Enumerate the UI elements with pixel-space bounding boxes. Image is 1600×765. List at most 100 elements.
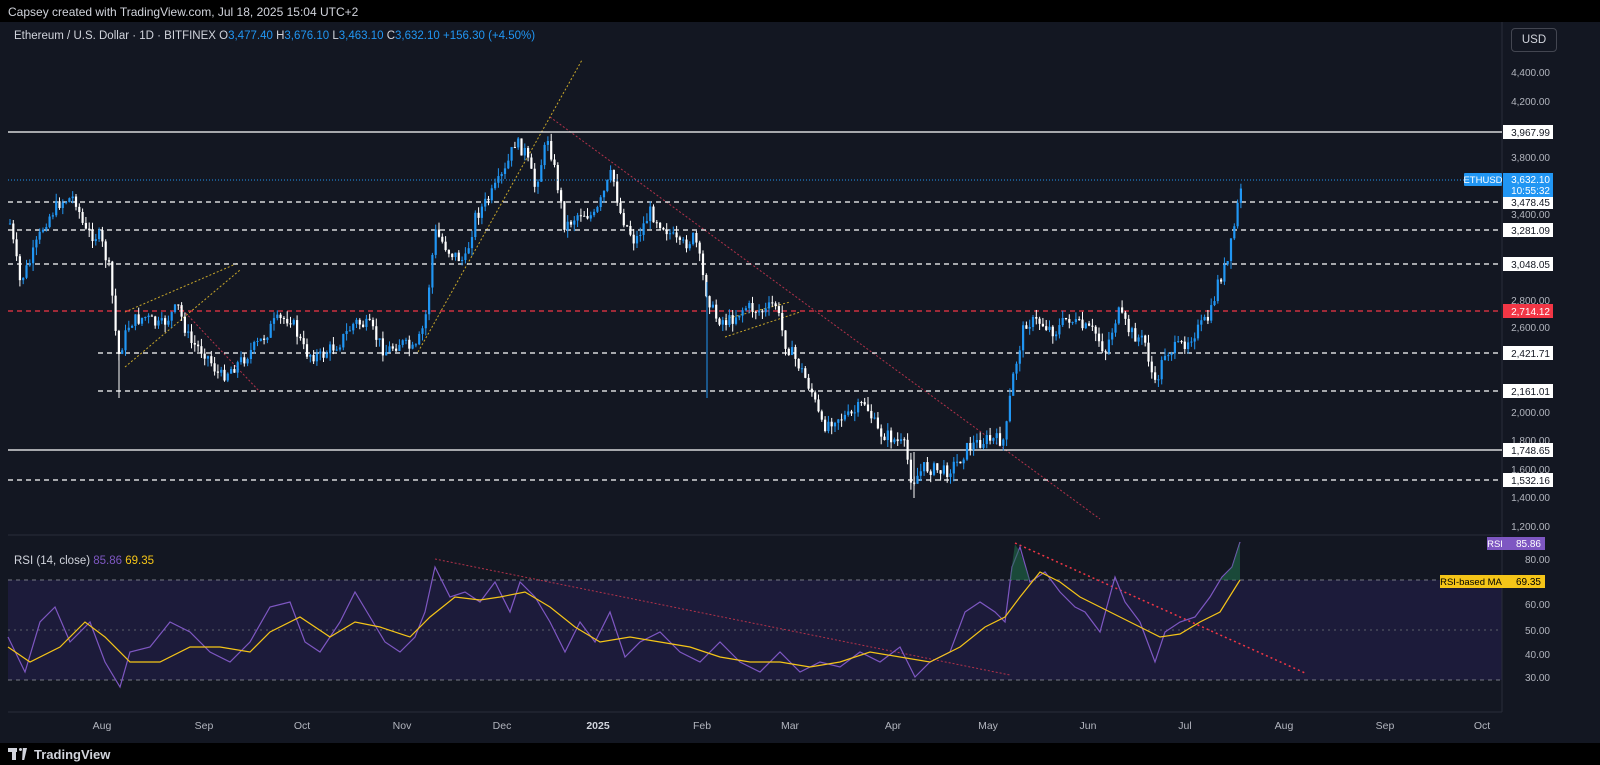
candle-body	[949, 473, 952, 478]
candle-body	[883, 436, 886, 441]
candle-body	[1005, 421, 1008, 440]
candle-body	[810, 388, 813, 393]
time-axis-label: Feb	[693, 720, 711, 732]
candle-body	[1239, 188, 1242, 203]
candle-body	[154, 316, 157, 326]
candle-body	[223, 369, 226, 381]
candle-body	[873, 417, 876, 419]
candle-body	[1107, 339, 1110, 353]
candle-body	[467, 248, 470, 254]
candle-body	[269, 323, 272, 338]
candle-body	[857, 402, 860, 413]
candle-body	[474, 212, 477, 238]
candle-body	[74, 196, 78, 207]
footer-brand: TradingView	[34, 746, 111, 762]
candle-body	[375, 326, 378, 340]
candle-body	[8, 223, 12, 225]
candle-body	[1101, 341, 1104, 352]
candle-body	[510, 147, 513, 161]
candle-body	[748, 303, 751, 309]
candle-body	[688, 244, 691, 249]
candle-body	[408, 339, 411, 349]
candle-body	[470, 237, 474, 249]
candle-body	[352, 323, 355, 331]
candle-body	[1015, 363, 1018, 374]
time-axis-label: Jun	[1080, 720, 1097, 732]
candle-body	[167, 320, 170, 325]
candle-body	[1134, 328, 1137, 342]
candle-body	[553, 159, 556, 165]
candle-body	[962, 459, 965, 464]
candle-body	[1157, 379, 1160, 381]
candle-body	[259, 338, 262, 342]
candle-body	[1051, 326, 1054, 337]
candle-body	[906, 439, 909, 460]
candle-body	[381, 338, 384, 356]
candle-body	[137, 314, 140, 324]
candle-body	[530, 157, 533, 169]
candle-body	[866, 404, 870, 411]
candle-body	[860, 402, 863, 404]
candle-body	[1210, 305, 1213, 321]
candle-body	[583, 215, 586, 217]
candle-body	[1127, 318, 1130, 333]
candle-body	[738, 315, 741, 318]
candle-body	[853, 412, 856, 414]
candle-body	[239, 357, 243, 363]
candle-body	[1193, 338, 1196, 342]
candle-body	[144, 317, 147, 319]
candle-body	[101, 230, 104, 242]
candle-body	[850, 411, 853, 414]
candle-body	[886, 430, 889, 441]
candle-body	[1167, 355, 1170, 357]
candle-body	[114, 295, 117, 331]
candle-body	[741, 310, 744, 316]
candle-body	[210, 356, 213, 364]
candle-body	[263, 338, 266, 340]
candle-body	[1130, 328, 1134, 333]
candle-body	[992, 438, 995, 441]
candle-body	[1183, 341, 1186, 349]
price-level-tag: 3,048.05	[1511, 260, 1550, 271]
time-axis-label: Nov	[393, 720, 412, 732]
candle-body	[253, 341, 256, 350]
candle-body	[1081, 319, 1084, 329]
candle-body	[480, 206, 483, 218]
candle-body	[781, 313, 784, 331]
candle-body	[1018, 350, 1021, 364]
candle-body	[309, 354, 312, 357]
candle-body	[1008, 395, 1011, 422]
candle-body	[560, 190, 563, 202]
tradingview-logo[interactable]: TradingView	[8, 747, 110, 762]
candle-body	[1124, 312, 1127, 319]
candle-body	[932, 463, 936, 475]
high-value: 3,676.10	[284, 30, 330, 42]
candle-body	[784, 330, 787, 349]
rsi-name-tag: RSI	[1487, 539, 1503, 550]
candle-body	[233, 369, 236, 373]
last-price-value: 3,632.10	[1511, 175, 1550, 186]
candle-body	[576, 215, 579, 221]
currency-button[interactable]: USD	[1511, 28, 1557, 52]
candle-body	[170, 312, 173, 321]
candle-body	[632, 234, 635, 244]
candle-body	[322, 351, 325, 358]
candle-body	[774, 303, 777, 307]
candle-body	[266, 337, 269, 340]
chart-area[interactable]: 4,400.004,200.003,800.003,400.003,200.00…	[0, 22, 1600, 743]
time-axis-label: May	[978, 720, 999, 732]
candle-body	[325, 353, 328, 358]
candle-body	[685, 239, 688, 249]
price-axis-tick: 4,400.00	[1511, 68, 1550, 79]
time-axis-label: Mar	[781, 720, 800, 732]
candle-body	[428, 287, 431, 315]
candle-body	[566, 221, 569, 230]
candle-body	[659, 222, 662, 228]
price-chart-svg[interactable]: 4,400.004,200.003,800.003,400.003,200.00…	[0, 22, 1600, 743]
candle-body	[840, 419, 843, 421]
candle-body	[635, 235, 639, 244]
candle-body	[48, 216, 51, 228]
candle-body	[1140, 335, 1143, 338]
candle-body	[1064, 317, 1068, 320]
candle-body	[127, 327, 130, 331]
